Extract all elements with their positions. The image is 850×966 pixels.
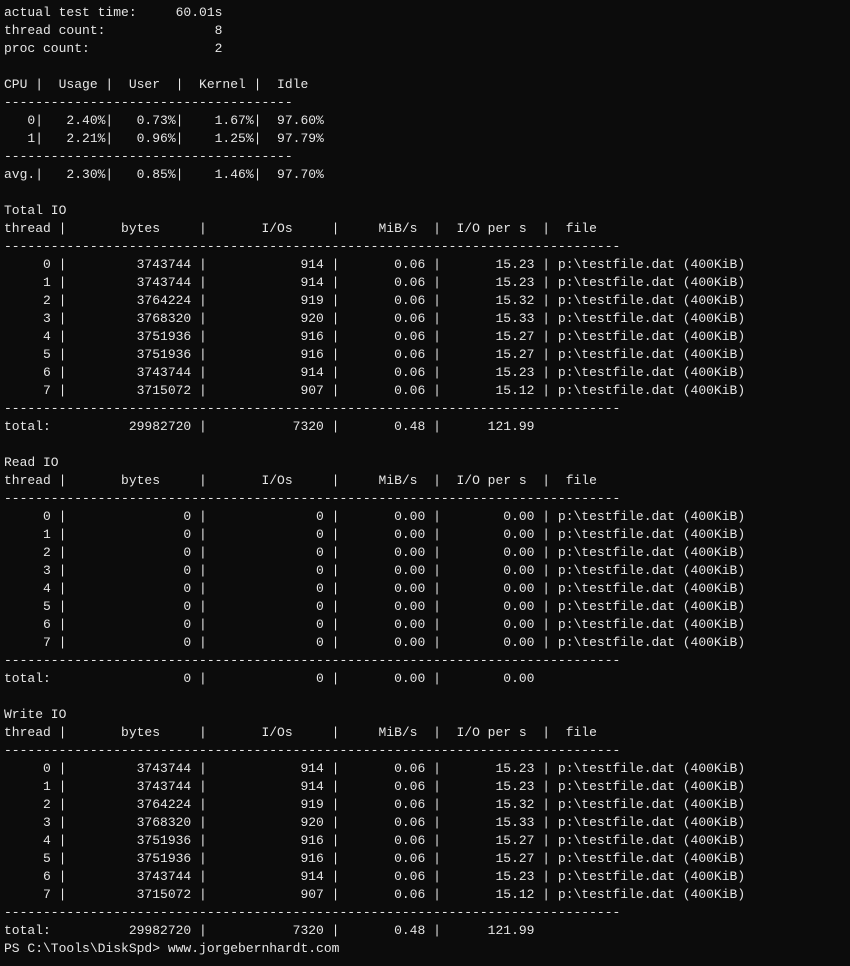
diskspd-output-text: actual test time: 60.01s thread count: 8… [4,5,745,938]
terminal-output: actual test time: 60.01s thread count: 8… [0,0,850,966]
